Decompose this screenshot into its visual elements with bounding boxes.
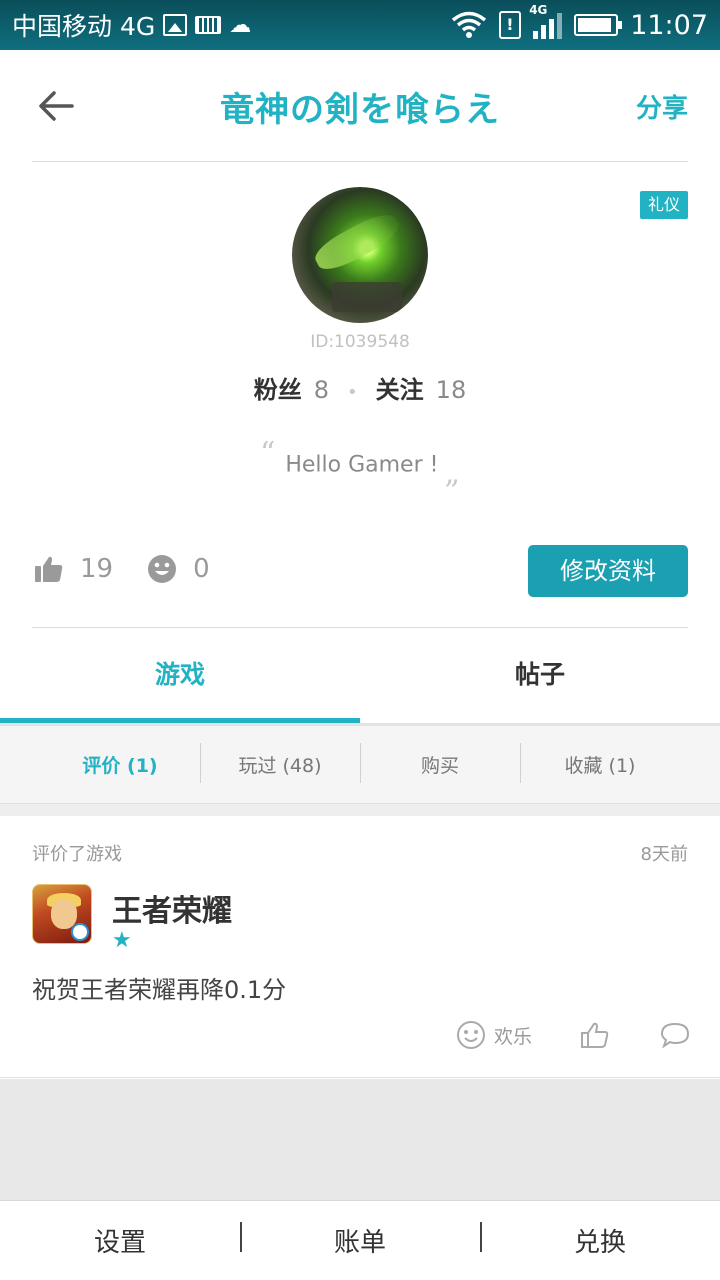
user-bio: “ Hello Gamer ! „ (0, 436, 720, 491)
photo-icon (163, 14, 188, 36)
signal-icon: 4G (529, 3, 563, 39)
review-time: 8天前 (640, 844, 688, 865)
sub-tabs: 评价 (1) 玩过 (48) 购买 收藏 (1) (0, 726, 720, 804)
tab-posts[interactable]: 帖子 (360, 628, 720, 724)
review-card[interactable]: 评价了游戏 8天前 王者荣耀 ★ 祝贺王者荣耀再降0.1分 欢乐 (0, 816, 720, 1078)
following-label[interactable]: 关注 (376, 370, 424, 405)
rating-star-icon: ★ (112, 928, 132, 953)
review-action-label: 评价了游戏 (32, 844, 122, 865)
happy-face-icon (456, 1021, 485, 1049)
carrier-label: 中国移动 4G (12, 12, 156, 41)
subtab-played[interactable]: 玩过 (48) (200, 743, 360, 783)
game-icon[interactable] (32, 884, 92, 944)
main-tabs: 游戏 帖子 (0, 628, 720, 724)
review-text: 祝贺王者荣耀再降0.1分 (32, 976, 287, 1004)
page-title: 竜神の剣を喰らえ (220, 90, 500, 130)
thumbs-up-icon (35, 556, 63, 582)
section-gap (0, 804, 720, 816)
user-id: ID:1039548 (310, 332, 410, 352)
quote-open-icon: “ (260, 436, 276, 471)
avatar[interactable] (292, 187, 428, 323)
review-actions: 欢乐 (456, 1020, 690, 1050)
tab-games[interactable]: 游戏 (0, 628, 360, 724)
status-left: 中国移动 4G ☁ (12, 8, 251, 42)
profile-stats: 19 0 (34, 554, 244, 584)
etiquette-badge[interactable]: 礼仪 (640, 191, 688, 219)
bottom-bar: 设置 账单 兑换 (0, 1200, 720, 1280)
subtab-purchased[interactable]: 购买 (360, 743, 520, 783)
bills-button[interactable]: 账单 (240, 1222, 480, 1259)
subtab-favorites[interactable]: 收藏 (1) (520, 743, 680, 783)
reaction-label: 欢乐 (493, 1025, 532, 1048)
follow-stats: 粉丝 8 • 关注 18 (0, 370, 720, 405)
fans-label[interactable]: 粉丝 (254, 370, 302, 405)
separator-dot: • (347, 382, 358, 403)
share-button[interactable]: 分享 (636, 88, 688, 125)
settings-button[interactable]: 设置 (0, 1222, 240, 1259)
header-divider (32, 161, 688, 162)
edit-profile-button[interactable]: 修改资料 (528, 545, 688, 597)
empty-area (0, 1079, 720, 1200)
keyboard-icon (195, 16, 222, 34)
sim-alert-icon: ! (499, 11, 522, 39)
app-header: 竜神の剣を喰らえ 分享 (0, 50, 720, 162)
back-arrow-icon[interactable] (36, 86, 76, 126)
battery-icon (574, 14, 623, 36)
game-name[interactable]: 王者荣耀 (112, 886, 232, 930)
reaction-button[interactable]: 欢乐 (456, 1020, 532, 1050)
cloud-icon: ☁ (229, 12, 252, 38)
bio-text: Hello Gamer ! (285, 452, 439, 478)
status-right: ! 4G 11:07 (451, 3, 708, 42)
redeem-button[interactable]: 兑换 (480, 1222, 720, 1259)
smiles-count: 0 (193, 554, 210, 584)
network-type-label: 4G (529, 3, 548, 17)
clock: 11:07 (630, 9, 708, 41)
wifi-icon (452, 11, 487, 38)
status-bar: 中国移动 4G ☁ ! 4G 11:07 (0, 0, 720, 50)
fans-count[interactable]: 8 (314, 376, 329, 404)
following-count[interactable]: 18 (436, 376, 467, 404)
like-icon[interactable] (580, 1020, 610, 1050)
comment-icon[interactable] (660, 1020, 690, 1050)
subtab-reviews[interactable]: 评价 (1) (40, 751, 200, 778)
smiley-icon (148, 555, 177, 583)
quote-close-icon: „ (444, 456, 460, 491)
likes-count: 19 (80, 554, 114, 584)
